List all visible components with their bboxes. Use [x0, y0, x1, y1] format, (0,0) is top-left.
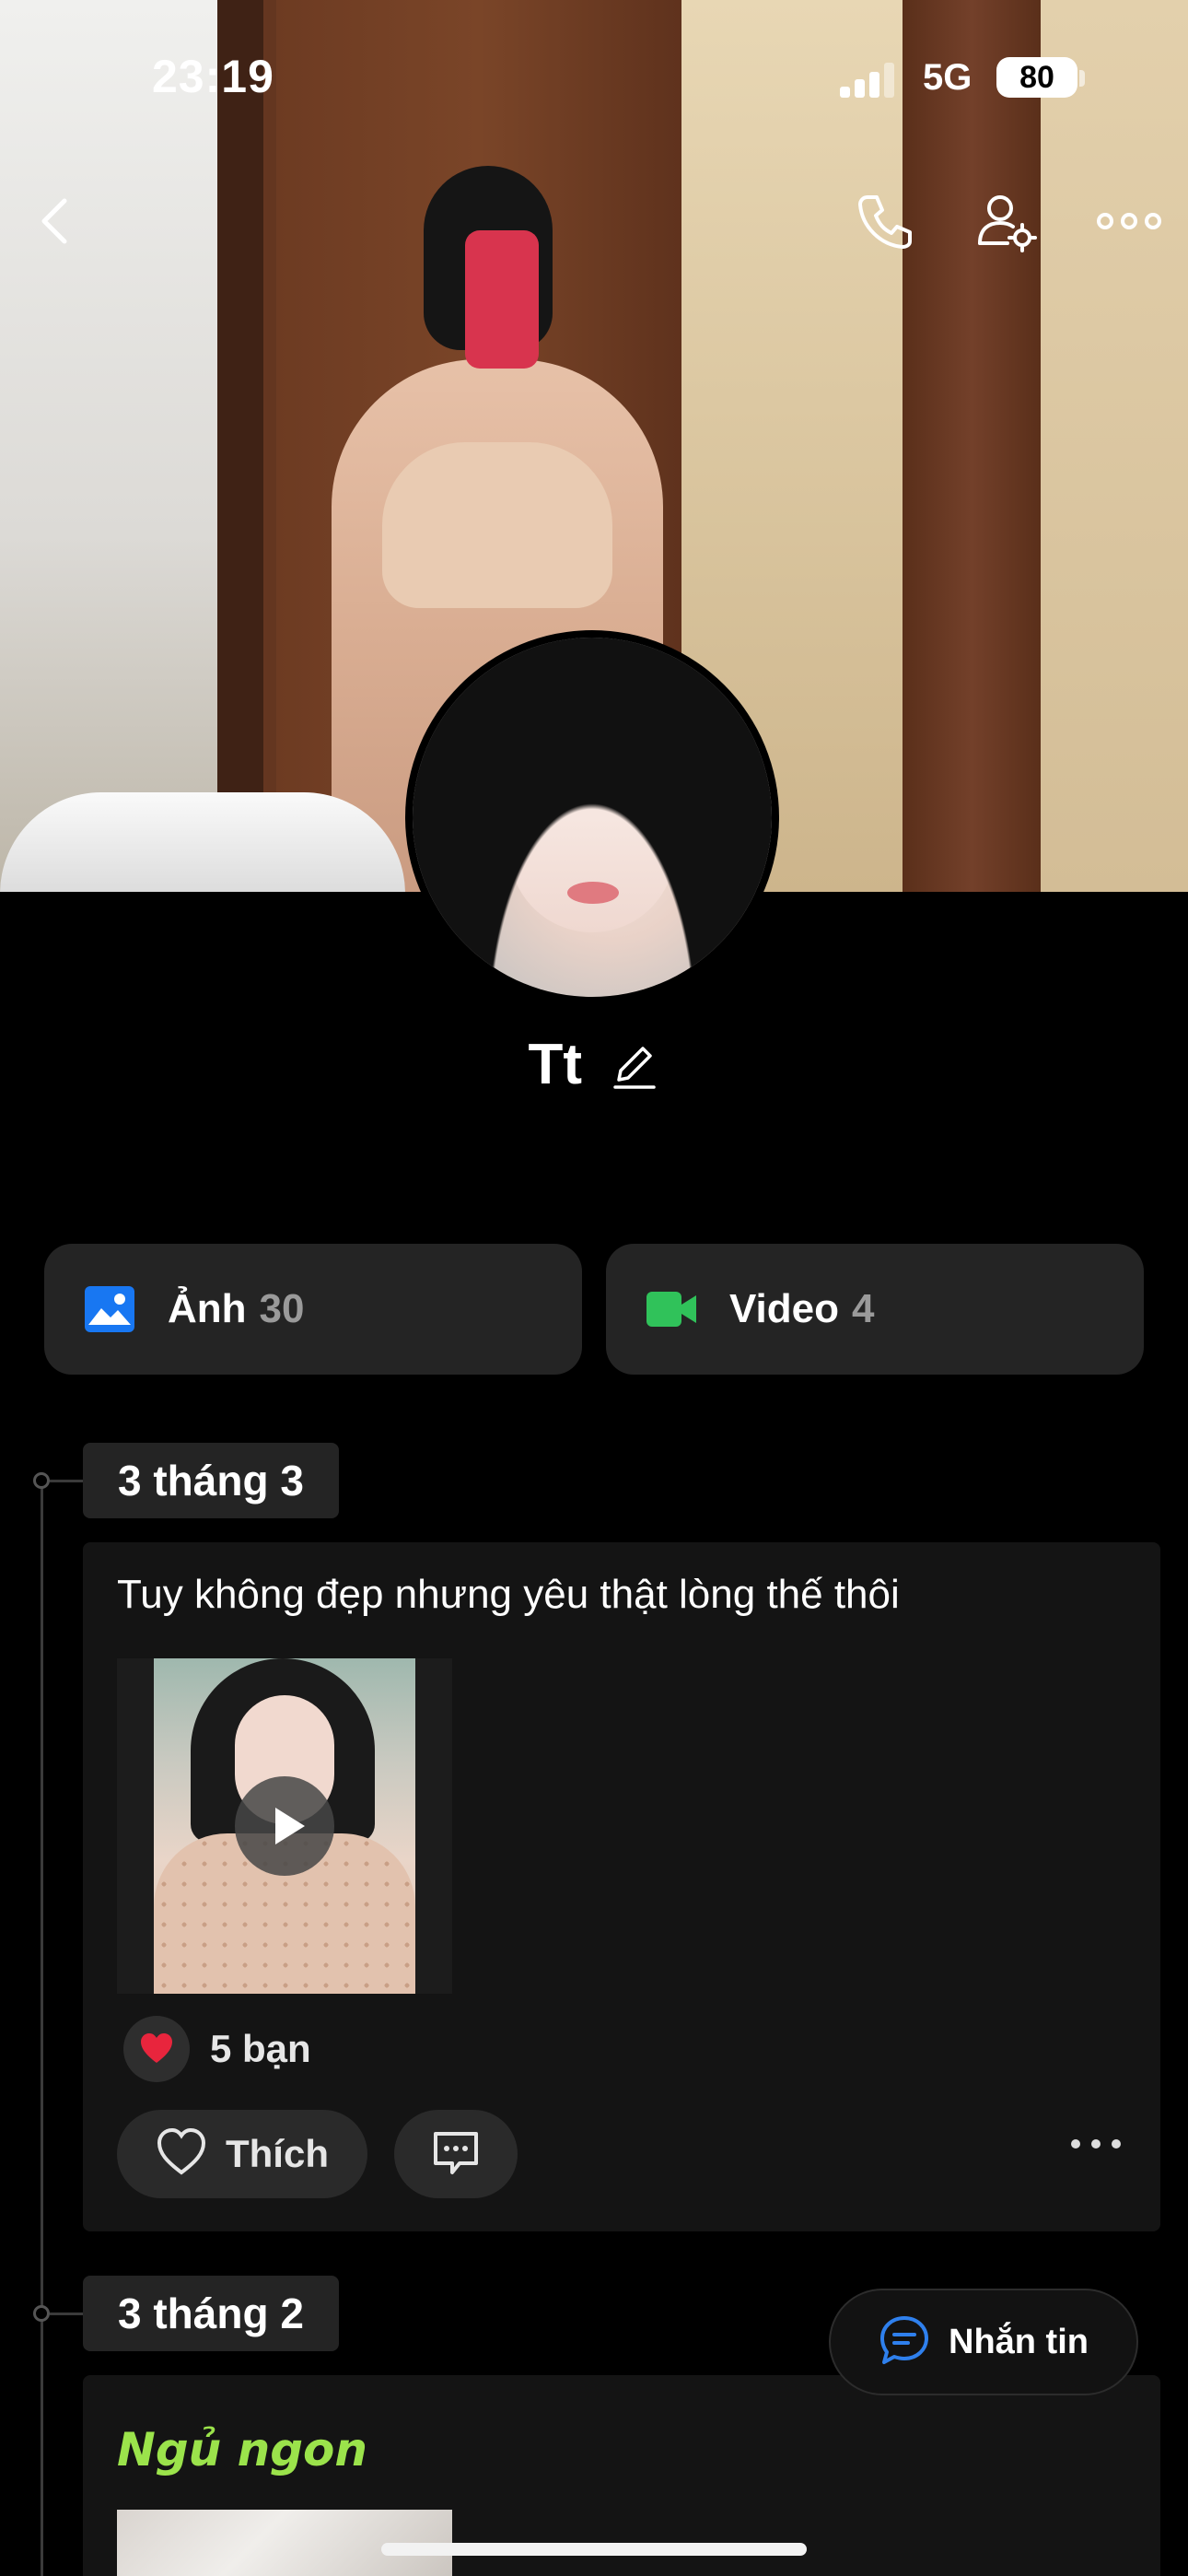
battery-icon: 80	[996, 57, 1077, 98]
home-indicator[interactable]	[381, 2543, 807, 2556]
video-camera-icon	[645, 1282, 698, 1336]
edit-name-icon[interactable]	[608, 1039, 659, 1091]
image-icon	[83, 1282, 136, 1336]
comment-icon	[426, 2123, 485, 2186]
profile-name: Tt	[528, 1033, 583, 1096]
more-options-icon[interactable]	[1092, 184, 1166, 258]
reaction-count: 5 bạn	[210, 2027, 311, 2070]
chat-bubble-icon	[877, 2313, 932, 2372]
heart-reaction-icon	[123, 2016, 190, 2082]
timeline-connector	[50, 2313, 83, 2315]
comment-button[interactable]	[394, 2110, 518, 2198]
message-button[interactable]: Nhắn tin	[829, 2289, 1138, 2395]
back-icon[interactable]	[20, 184, 94, 258]
phone-call-icon[interactable]	[847, 184, 921, 258]
date-chip: 3 tháng 2	[83, 2276, 339, 2351]
timeline-dot	[33, 1472, 50, 1489]
post-text: Tuy không đẹp nhưng yêu thật lòng thế th…	[117, 1572, 900, 1617]
avatar-photo	[413, 638, 772, 997]
post-more-icon[interactable]	[1068, 2113, 1124, 2164]
play-icon[interactable]	[235, 1776, 334, 1876]
photos-count: 30	[259, 1286, 305, 1331]
post-card[interactable]: Tuy không đẹp nhưng yêu thật lòng thế th…	[83, 1542, 1160, 2231]
network-type: 5G	[923, 57, 973, 98]
heart-outline-icon	[154, 2125, 209, 2184]
battery-tip	[1079, 70, 1085, 87]
reaction-summary[interactable]: 5 bạn	[123, 2016, 311, 2082]
like-button[interactable]: Thích	[117, 2110, 367, 2198]
timeline-connector	[50, 1480, 83, 1482]
date-chip: 3 tháng 3	[83, 1443, 339, 1518]
cover-bg-sink	[0, 792, 405, 892]
message-label: Nhắn tin	[949, 2322, 1089, 2361]
post-text: Ngủ ngon	[117, 2423, 367, 2476]
videos-button[interactable]: Video 4	[606, 1244, 1144, 1375]
signal-icon	[840, 63, 895, 98]
photos-label: Ảnh	[168, 1286, 247, 1331]
profile-avatar[interactable]	[405, 630, 779, 1004]
status-time: 23:19	[152, 51, 274, 102]
video-thumbnail[interactable]	[117, 1658, 452, 1994]
like-label: Thích	[226, 2132, 329, 2175]
profile-name-row: Tt	[0, 1032, 1188, 1106]
timeline-line	[41, 1474, 43, 2576]
videos-count: 4	[852, 1286, 875, 1331]
videos-label: Video	[729, 1286, 840, 1331]
status-bar: 23:19 5G 80	[0, 0, 1188, 157]
timeline-dot	[33, 2305, 50, 2322]
user-settings-icon[interactable]	[969, 184, 1042, 258]
profile-screen: 23:19 5G 80 Tt Ảnh 30 Video 4 3 tháng 3 …	[0, 0, 1188, 2576]
photos-button[interactable]: Ảnh 30	[44, 1244, 582, 1375]
